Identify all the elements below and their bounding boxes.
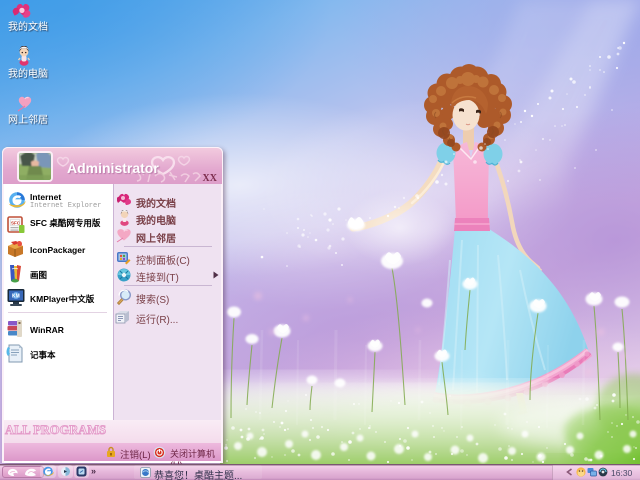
svg-text:KM: KM [12,294,20,300]
svg-text:SFC: SFC [11,221,21,226]
